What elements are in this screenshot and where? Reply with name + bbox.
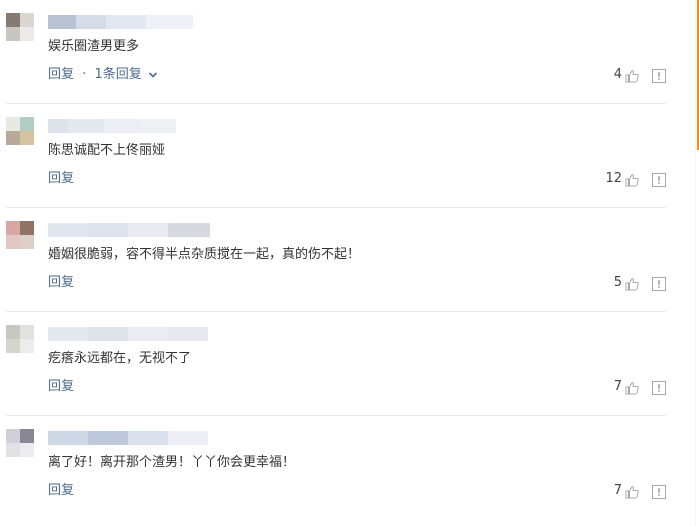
avatar[interactable] xyxy=(6,117,34,145)
like-count: 7 xyxy=(613,483,622,498)
comment-feed: 娱乐圈渣男更多 回复 · 1条回复 4 陈思诚配不上佟丽娅 回复 12 婚姻很脆… xyxy=(0,0,699,526)
comment-text: 婚姻很脆弱，容不得半点杂质搅在一起，真的伤不起！ xyxy=(48,247,361,262)
report-icon[interactable] xyxy=(652,380,666,395)
report-icon[interactable] xyxy=(652,68,666,83)
scrollbar-track[interactable] xyxy=(695,0,696,526)
like-count: 12 xyxy=(605,171,622,186)
avatar[interactable] xyxy=(6,221,34,249)
thumb-up-icon[interactable] xyxy=(625,484,639,499)
avatar[interactable] xyxy=(6,325,34,353)
reply-button[interactable]: 回复 xyxy=(48,482,74,500)
comment-actions: 回复 xyxy=(48,378,74,396)
report-icon[interactable] xyxy=(652,484,666,499)
username-blurred[interactable] xyxy=(48,119,176,133)
comment-text: 疙瘩永远都在，无视不了 xyxy=(48,351,192,366)
comment-item: 婚姻很脆弱，容不得半点杂质搅在一起，真的伤不起！ 回复 5 xyxy=(0,208,692,312)
username-blurred[interactable] xyxy=(48,327,208,341)
like-count: 5 xyxy=(613,275,622,290)
comment-text: 陈思诚配不上佟丽娅 xyxy=(48,143,166,158)
action-separator: · xyxy=(82,67,87,82)
comment-item: 陈思诚配不上佟丽娅 回复 12 xyxy=(0,104,692,208)
comment-actions: 回复 · 1条回复 xyxy=(48,66,158,84)
avatar[interactable] xyxy=(6,13,34,41)
report-icon[interactable] xyxy=(652,276,666,291)
thumb-up-icon[interactable] xyxy=(625,276,639,291)
username-blurred[interactable] xyxy=(48,223,210,237)
reply-button[interactable]: 回复 xyxy=(48,274,74,292)
comment-text: 娱乐圈渣男更多 xyxy=(48,39,140,54)
thumb-up-icon[interactable] xyxy=(625,68,639,83)
username-blurred[interactable] xyxy=(48,431,208,445)
like-count: 7 xyxy=(613,379,622,394)
reply-button[interactable]: 回复 xyxy=(48,378,74,396)
report-icon[interactable] xyxy=(652,172,666,187)
comment-item: 离了好！离开那个渣男！丫丫你会更幸福！ 回复 7 xyxy=(0,416,692,520)
comment-item: 娱乐圈渣男更多 回复 · 1条回复 4 xyxy=(0,0,692,104)
username-blurred[interactable] xyxy=(48,15,193,29)
comment-actions: 回复 xyxy=(48,482,74,500)
comment-actions: 回复 xyxy=(48,274,74,292)
reply-button[interactable]: 回复 xyxy=(48,170,74,188)
thumb-up-icon[interactable] xyxy=(625,380,639,395)
avatar[interactable] xyxy=(6,429,34,457)
comment-text: 离了好！离开那个渣男！丫丫你会更幸福！ xyxy=(48,455,296,470)
chevron-down-icon[interactable] xyxy=(148,66,158,84)
reply-button[interactable]: 回复 xyxy=(48,66,74,84)
comment-item: 疙瘩永远都在，无视不了 回复 7 xyxy=(0,312,692,416)
thumb-up-icon[interactable] xyxy=(625,172,639,187)
comment-actions: 回复 xyxy=(48,170,74,188)
like-count: 4 xyxy=(613,67,622,82)
view-replies-link[interactable]: 1条回复 xyxy=(94,66,141,84)
